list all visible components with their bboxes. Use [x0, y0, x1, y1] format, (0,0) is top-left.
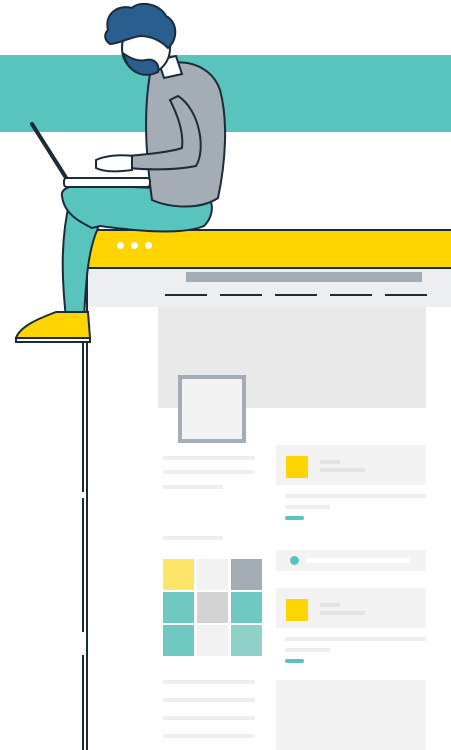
shoe-sole	[15, 337, 91, 343]
laptop-base	[63, 177, 151, 188]
laptop-icon	[30, 122, 72, 186]
hand	[95, 154, 133, 173]
person-illustration	[14, 2, 227, 343]
shoe	[14, 311, 92, 339]
